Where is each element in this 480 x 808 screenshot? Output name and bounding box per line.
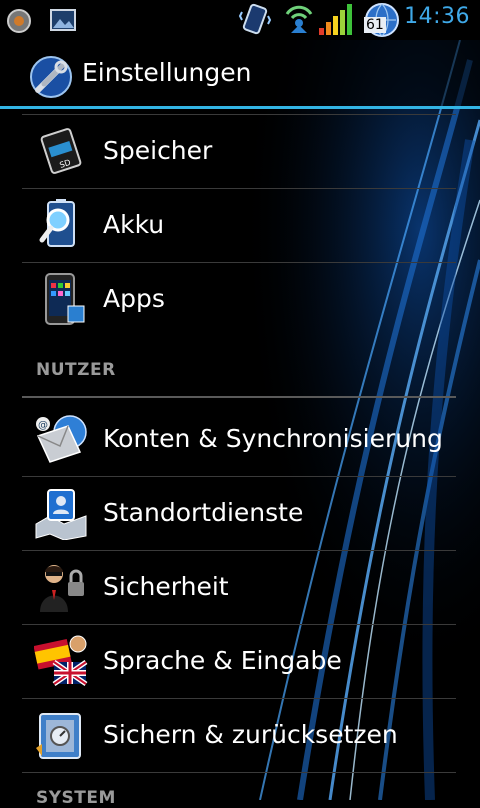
status-clock: 14:36 — [404, 4, 470, 29]
section-divider — [22, 396, 456, 398]
sd-card-icon: SD — [34, 124, 88, 178]
list-item-label: Sichern & zurücksetzen — [103, 720, 398, 749]
list-item-label: Sprache & Eingabe — [103, 646, 342, 675]
list-item-label: Standortdienste — [103, 498, 304, 527]
page-title: Einstellungen — [82, 58, 252, 87]
signal-bars-icon — [318, 4, 356, 36]
notification-circle-icon[interactable] — [6, 8, 32, 34]
list-item-label: Apps — [103, 284, 165, 313]
svg-text:@: @ — [38, 420, 48, 431]
list-item-label: Akku — [103, 210, 165, 239]
list-item-speicher[interactable]: SD Speicher — [22, 114, 456, 188]
list-divider — [22, 772, 456, 773]
list-item-sichern[interactable]: Sichern & zurücksetzen — [22, 698, 456, 772]
list-item-akku[interactable]: Akku — [22, 188, 456, 262]
image-icon[interactable] — [50, 8, 76, 32]
list-item-label: Sicherheit — [103, 572, 229, 601]
battery-magnifier-icon — [34, 198, 88, 252]
action-bar-divider — [0, 106, 480, 109]
mail-globe-icon: @ — [34, 412, 88, 466]
status-bar: 61 14:36 — [0, 0, 480, 40]
agent-lock-icon — [34, 560, 88, 614]
battery-level-text: 61 — [364, 17, 386, 33]
list-item-apps[interactable]: Apps — [22, 262, 456, 336]
section-header-nutzer: NUTZER — [36, 360, 116, 380]
list-item-sprache[interactable]: Sprache & Eingabe — [22, 624, 456, 698]
settings-wrench-icon[interactable] — [28, 54, 74, 100]
location-map-icon — [34, 486, 88, 540]
backup-safe-icon — [34, 708, 88, 762]
list-item-label: Speicher — [103, 136, 213, 165]
list-item-sicherheit[interactable]: Sicherheit — [22, 550, 456, 624]
list-item-label: Konten & Synchronisierung — [103, 424, 443, 453]
list-item-konten[interactable]: @ Konten & Synchronisierung — [22, 402, 456, 476]
phone-vibrate-icon — [238, 2, 272, 36]
section-header-system: SYSTEM — [36, 788, 116, 808]
phone-apps-icon — [34, 272, 88, 326]
settings-list: SD Speicher Akku Apps NUTZER @ Konten & … — [0, 0, 480, 808]
list-item-standortdienste[interactable]: Standortdienste — [22, 476, 456, 550]
wifi-hotspot-icon — [282, 2, 316, 36]
flags-icon — [34, 634, 88, 688]
